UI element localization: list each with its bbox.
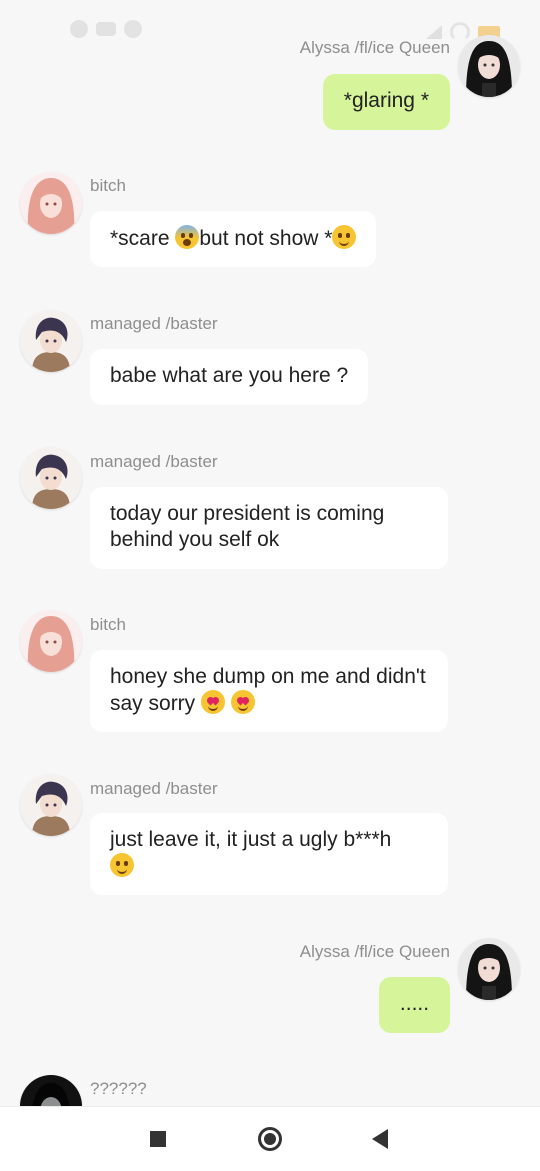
dark-haired-boy-avatar[interactable] <box>20 774 82 836</box>
sender-name: managed /baster <box>90 779 218 798</box>
dark-haired-girl-avatar[interactable] <box>458 938 520 1000</box>
dark-haired-boy-avatar[interactable] <box>20 447 82 509</box>
wifi-icon <box>450 22 470 42</box>
system-navigation-bar <box>0 1106 540 1171</box>
sender-name: managed /baster <box>90 314 218 333</box>
message-bubble[interactable]: babe what are you here ? <box>90 349 369 405</box>
message-text: *scare <box>110 227 176 250</box>
nav-recent-apps-icon[interactable] <box>150 1131 166 1147</box>
message-text: today our president is coming behind you… <box>110 502 385 551</box>
sender-name: bitch <box>90 615 126 634</box>
message-text: babe what are you here ? <box>110 364 349 387</box>
fearful-face-emoji-icon <box>175 225 200 249</box>
message-bubble[interactable]: *scare but not show * <box>90 211 377 267</box>
winking-face-emoji-icon <box>332 225 357 249</box>
message-text: just leave it, it just a ugly b***h <box>110 828 392 851</box>
sender-name: managed /baster <box>90 452 218 471</box>
heart-eyes-emoji-icon <box>230 690 255 714</box>
sender-name: ?????? <box>90 1079 147 1098</box>
message-text: *glaring * <box>343 89 429 112</box>
message-bubble[interactable]: today our president is coming behind you… <box>90 487 448 569</box>
nav-home-icon[interactable] <box>258 1127 282 1151</box>
sender-name: Alyssa /fl/ice Queen <box>299 38 450 57</box>
message-bubble[interactable]: ..... <box>379 977 450 1033</box>
status-notification-icons <box>70 20 142 38</box>
signal-icon <box>426 25 442 39</box>
sender-name: Alyssa /fl/ice Queen <box>299 942 450 961</box>
message-bubble[interactable]: *glaring * <box>322 74 450 130</box>
pink-haired-girl-avatar[interactable] <box>20 172 82 234</box>
pink-haired-girl-avatar[interactable] <box>20 610 82 672</box>
heart-eyes-emoji-icon <box>201 690 226 714</box>
dark-haired-boy-avatar[interactable] <box>20 310 82 372</box>
message-bubble[interactable]: just leave it, it just a ugly b***h <box>90 813 448 895</box>
message-bubble[interactable]: honey she dump on me and didn't say sorr… <box>90 650 448 732</box>
status-bar <box>0 0 540 60</box>
message-text: honey she dump on me and didn't say sorr… <box>110 665 426 715</box>
nav-back-icon[interactable] <box>372 1129 388 1149</box>
winking-face-emoji-icon <box>110 853 134 877</box>
dark-haired-girl-avatar[interactable] <box>458 35 520 97</box>
message-text-continued: but not show * <box>199 227 333 250</box>
message-text: ..... <box>399 992 430 1015</box>
sender-name: bitch <box>90 176 126 195</box>
